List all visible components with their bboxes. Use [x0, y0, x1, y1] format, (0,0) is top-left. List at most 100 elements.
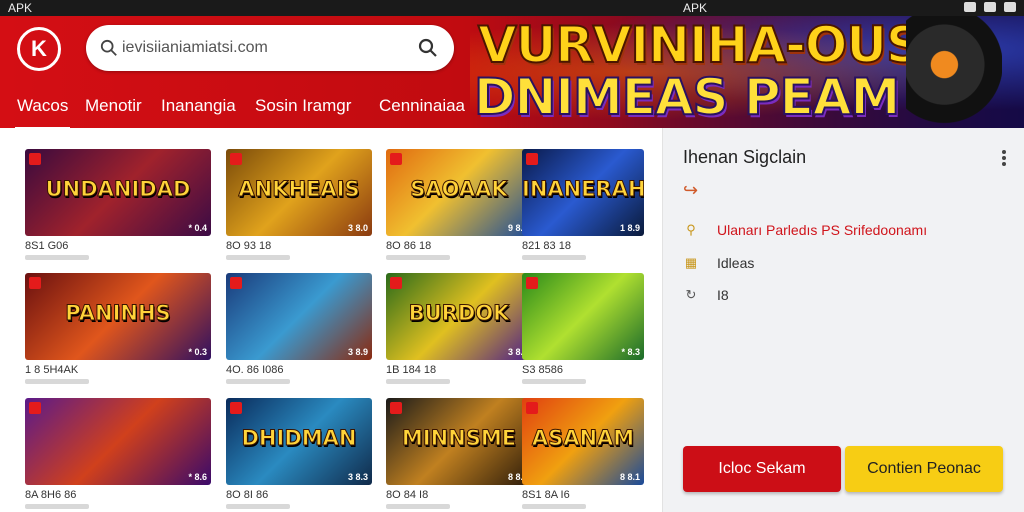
- search-submit-icon[interactable]: [418, 38, 438, 58]
- game-card[interactable]: * 8.6 8A 8H6 86: [25, 398, 211, 509]
- game-thumbnail[interactable]: * 8.3: [522, 273, 644, 360]
- game-thumbnail[interactable]: PANINHS * 0.3: [25, 273, 211, 360]
- game-meta-bar: [386, 504, 450, 509]
- primary-action-button[interactable]: Icloc Sekam: [683, 446, 841, 492]
- promo-banner[interactable]: VURVINIHA-OUSA DNIMEAS PEAM: [470, 16, 1024, 128]
- game-score: * 0.3: [188, 347, 207, 357]
- secondary-action-button[interactable]: Contien Peonac: [845, 446, 1003, 492]
- game-thumbnail[interactable]: MINNSME 8 8.9: [386, 398, 532, 485]
- game-title: INANERAH: [522, 176, 644, 201]
- game-thumbnail[interactable]: 3 8.9: [226, 273, 372, 360]
- game-meta: 8S1 8A I6: [522, 489, 570, 501]
- panel-row-refresh[interactable]: ↻ I8: [683, 287, 729, 303]
- game-score: 3 8.3: [347, 472, 368, 482]
- tab-menotir[interactable]: Menotir: [85, 96, 142, 116]
- game-card[interactable]: PANINHS * 0.3 1 8 5H4AK: [25, 273, 211, 384]
- game-card[interactable]: SAOAAK 9 8.8 8O 86 18: [386, 149, 532, 260]
- game-title: PANINHS: [65, 300, 171, 325]
- game-thumbnail[interactable]: BURDOK 3 8.3: [386, 273, 532, 360]
- game-grid: UNDANIDAD * 0.4 8S1 G06 ANKHEAIS 3 8.0 8O 93 …: [14, 136, 654, 512]
- game-card[interactable]: DHIDMAN 3 8.3 8O 8I 86: [226, 398, 372, 509]
- game-meta: 1B 184 18: [386, 364, 437, 376]
- banner-title-line2: DNIMEAS PEAM: [473, 67, 901, 127]
- game-meta: 4O. 86 I086: [226, 364, 284, 376]
- game-thumbnail[interactable]: UNDANIDAD * 0.4: [25, 149, 211, 236]
- game-card[interactable]: 3 8.9 4O. 86 I086: [226, 273, 372, 384]
- game-title: UNDANIDAD: [45, 176, 191, 201]
- game-meta-bar: [522, 504, 586, 509]
- game-meta: 8O 84 I8: [386, 489, 429, 501]
- game-title: DHIDMAN: [241, 425, 357, 450]
- banner-mascot-image: [906, 16, 1002, 124]
- game-title: BURDOK: [408, 300, 510, 325]
- tab-wacos[interactable]: Wacos: [14, 96, 71, 128]
- logo-letter: K: [31, 36, 47, 61]
- game-title: SAOAAK: [410, 176, 508, 201]
- tab-cenninaiaa[interactable]: Cenninaiaa: [379, 96, 465, 116]
- hot-badge-icon: [29, 277, 41, 289]
- game-meta-bar: [25, 255, 89, 260]
- share-arrow-icon[interactable]: ↪: [683, 180, 698, 201]
- game-card[interactable]: MINNSME 8 8.9 8O 84 I8: [386, 398, 532, 509]
- game-thumbnail[interactable]: SAOAAK 9 8.8: [386, 149, 532, 236]
- panel-row-text: Idleas: [717, 255, 755, 271]
- signal-icon: [964, 2, 976, 12]
- game-card[interactable]: ANKHEAIS 3 8.0 8O 93 18: [226, 149, 372, 260]
- game-meta: 8S1 G06: [25, 240, 69, 252]
- hot-badge-icon: [29, 153, 41, 165]
- tab-sosin-iramgr[interactable]: Sosin Iramgr: [255, 96, 351, 116]
- game-meta-bar: [226, 255, 290, 260]
- details-panel: Ihenan Sigclain ↪ ⚲ Ulanarı Parledıs PS …: [662, 128, 1024, 512]
- tab-inanangia[interactable]: Inanangia: [161, 96, 236, 116]
- hot-badge-icon: [526, 402, 538, 414]
- game-score: 3 8.0: [347, 223, 368, 233]
- game-score: * 8.3: [621, 347, 640, 357]
- panel-heading: Ihenan Sigclain: [683, 147, 807, 167]
- game-card[interactable]: BURDOK 3 8.3 1B 184 18: [386, 273, 532, 384]
- game-score: * 0.4: [188, 223, 207, 233]
- game-meta-bar: [386, 379, 450, 384]
- hot-badge-icon: [230, 402, 242, 414]
- game-meta: 8A 8H6 86: [25, 489, 77, 501]
- game-thumbnail[interactable]: DHIDMAN 3 8.3: [226, 398, 372, 485]
- hot-badge-icon: [230, 153, 242, 165]
- hot-badge-icon: [390, 153, 402, 165]
- game-card[interactable]: INANERAH 1 8.9 821 83 18: [522, 149, 644, 260]
- battery-icon: [1004, 2, 1016, 12]
- panel-row-link[interactable]: ⚲ Ulanarı Parledıs PS Srifedoonamı: [683, 222, 927, 238]
- app-logo[interactable]: K: [17, 27, 61, 71]
- status-bar: APK APK: [0, 0, 1024, 16]
- game-thumbnail[interactable]: ASANAM 8 8.1: [522, 398, 644, 485]
- game-score: 8 8.1: [619, 472, 640, 482]
- game-card[interactable]: ASANAM 8 8.1 8S1 8A I6: [522, 398, 644, 509]
- game-score: * 8.6: [188, 472, 207, 482]
- game-title: ANKHEAIS: [238, 176, 360, 201]
- game-score: 3 8.9: [347, 347, 368, 357]
- search-bar[interactable]: ievisiianiamiatsi.com: [86, 25, 454, 71]
- status-left-text: APK: [8, 1, 33, 15]
- wifi-icon: [984, 2, 996, 12]
- game-card[interactable]: UNDANIDAD * 0.4 8S1 G06: [25, 149, 211, 260]
- game-meta-bar: [522, 255, 586, 260]
- hot-badge-icon: [230, 277, 242, 289]
- more-options-icon[interactable]: [1002, 150, 1006, 166]
- game-thumbnail[interactable]: ANKHEAIS 3 8.0: [226, 149, 372, 236]
- status-icons: [964, 2, 1016, 12]
- game-meta: S3 8586: [522, 364, 563, 376]
- game-meta-bar: [25, 504, 89, 509]
- game-meta-bar: [226, 504, 290, 509]
- search-input[interactable]: ievisiianiamiatsi.com: [122, 39, 268, 57]
- game-thumbnail[interactable]: INANERAH 1 8.9: [522, 149, 644, 236]
- game-meta: 8O 8I 86: [226, 489, 269, 501]
- game-card[interactable]: * 8.3 S3 8586: [522, 273, 644, 384]
- game-meta-bar: [25, 379, 89, 384]
- calendar-icon: ▦: [684, 255, 698, 270]
- hot-badge-icon: [390, 402, 402, 414]
- game-meta: 8O 86 18: [386, 240, 432, 252]
- panel-row-info[interactable]: ▦ Idleas: [683, 255, 755, 271]
- status-center-text: APK: [683, 1, 708, 15]
- game-title: MINNSME: [401, 425, 517, 450]
- game-thumbnail[interactable]: * 8.6: [25, 398, 211, 485]
- game-meta-bar: [522, 379, 586, 384]
- panel-row-text: I8: [717, 287, 729, 303]
